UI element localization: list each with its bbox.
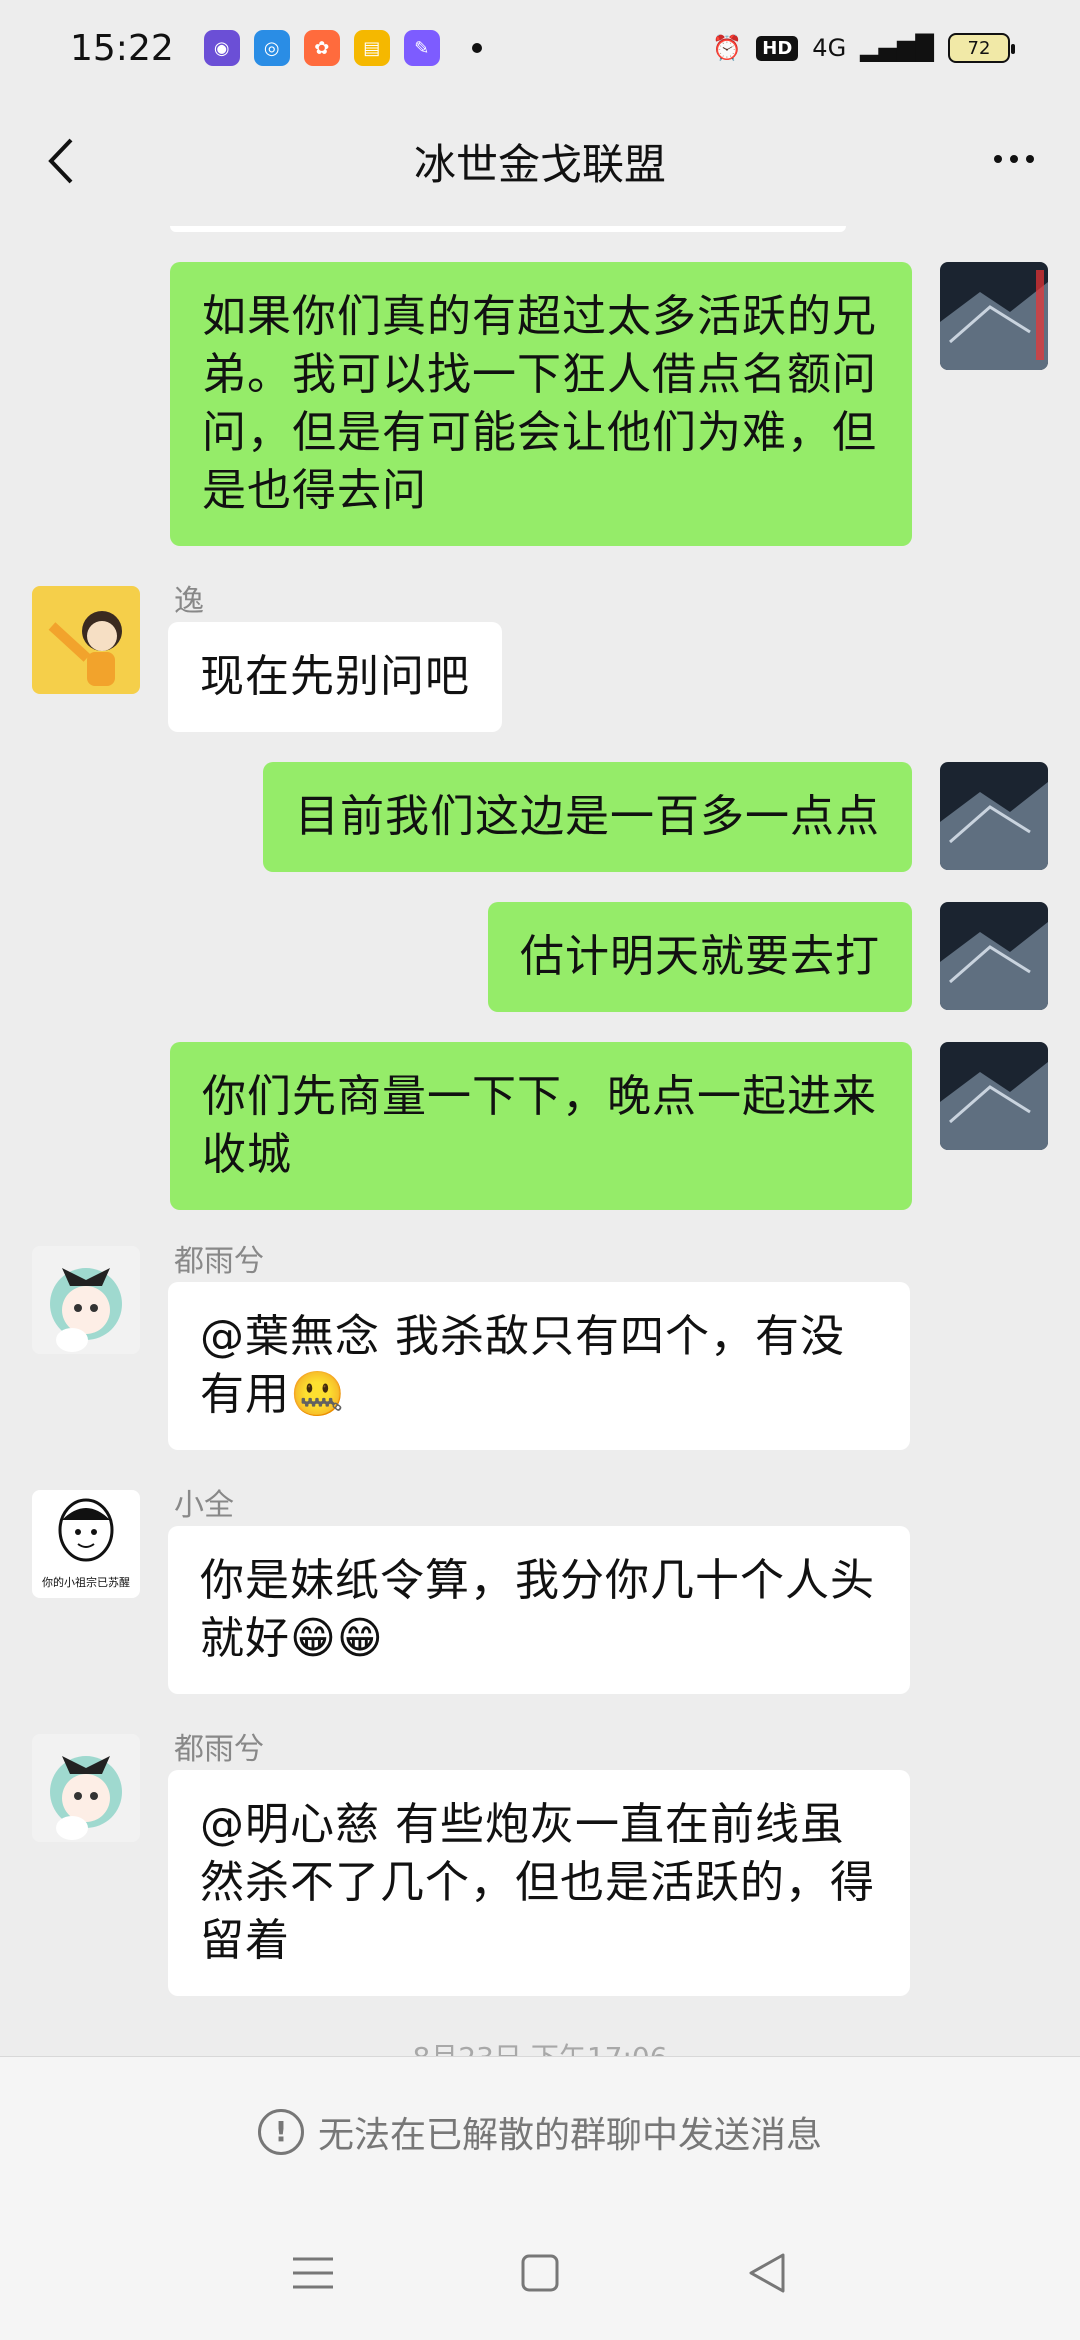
app-notification-icon: ✿ <box>303 30 340 66</box>
message-bubble[interactable]: @葉無念 我杀敌只有四个，有没有用🤐 <box>168 1282 910 1450</box>
back-button[interactable] <box>30 126 90 196</box>
message-row: 逸 现在先别问吧 <box>0 576 1080 732</box>
message-row: 如果你们真的有超过太多活跃的兄弟。我可以找一下狂人借点名额问问，但是有可能会让他… <box>0 262 1080 546</box>
avatar[interactable] <box>940 762 1048 870</box>
avatar[interactable]: 你的小祖宗已苏醒 <box>32 1490 140 1598</box>
sender-name: 都雨兮 <box>174 1244 264 1279</box>
message-row: 都雨兮 @明心慈 有些炮灰一直在前线虽然杀不了几个，但也是活跃的，得留着 <box>0 1724 1080 2014</box>
message-bubble[interactable]: 你是妹纸令算，我分你几十个人头就好😁😁 <box>168 1526 910 1694</box>
notice-text: 无法在已解散的群聊中发送消息 <box>317 2114 822 2156</box>
message-row: 你的小祖宗已苏醒 小全 你是妹纸令算，我分你几十个人头就好😁😁 <box>0 1480 1080 1700</box>
home-nav-button[interactable] <box>505 2238 575 2308</box>
system-nav-bar <box>0 2206 1080 2340</box>
alarm-icon: ⏰ <box>712 34 743 62</box>
app-notification-icon: ✎ <box>403 30 440 66</box>
menu-icon <box>293 2257 334 2289</box>
sender-name: 都雨兮 <box>174 1732 264 1767</box>
network-label: 4G <box>812 34 847 62</box>
time-divider: 8月23日 下午17:06 <box>0 2036 1080 2056</box>
self-avatar-icon <box>940 762 1048 870</box>
more-dot <box>1026 155 1034 163</box>
more-dot <box>1010 155 1018 163</box>
self-avatar-icon <box>940 262 1048 370</box>
cartoon-face-avatar-icon <box>58 1498 114 1562</box>
signal-icon: ▂▄▆█ <box>860 34 934 62</box>
app-root: 15:22 ◉ ◎ ✿ ▤ ✎ ⏰ HD 4G ▂▄▆█ 72 冰世金戈联盟 如… <box>0 0 1080 2340</box>
exclamation-icon: ! <box>257 2108 304 2155</box>
avatar[interactable] <box>32 1246 140 1354</box>
more-options-button[interactable] <box>984 134 1044 184</box>
status-right: ⏰ HD 4G ▂▄▆█ 72 <box>712 33 1015 63</box>
message-row: 目前我们这边是一百多一点点 <box>0 762 1080 872</box>
avatar-caption: 你的小祖宗已苏醒 <box>42 1576 130 1589</box>
avatar[interactable] <box>940 1042 1048 1150</box>
title-bar: 冰世金戈联盟 <box>0 96 1080 226</box>
sender-name: 逸 <box>174 584 204 619</box>
square-home-icon <box>521 2254 559 2292</box>
page-title: 冰世金戈联盟 <box>413 139 666 189</box>
message-bubble[interactable]: 估计明天就要去打 <box>488 902 912 1012</box>
menu-nav-button[interactable] <box>278 2238 348 2308</box>
more-dot <box>994 155 1002 163</box>
avatar[interactable] <box>940 262 1048 370</box>
avatar[interactable] <box>32 586 140 694</box>
message-bubble[interactable]: 你们先商量一下下，晚点一起进来收城 <box>170 1042 912 1210</box>
anime-girl-avatar-icon <box>32 1246 140 1354</box>
chat-list[interactable]: 如果你们真的有超过太多活跃的兄弟。我可以找一下狂人借点名额问问，但是有可能会让他… <box>0 226 1080 2056</box>
previous-bubble-edge <box>170 226 846 232</box>
status-time: 15:22 <box>70 27 174 69</box>
avatar[interactable] <box>940 902 1048 1010</box>
self-avatar-icon <box>940 902 1048 1010</box>
cartoon-boy-avatar-icon <box>32 586 140 694</box>
status-bar: 15:22 ◉ ◎ ✿ ▤ ✎ ⏰ HD 4G ▂▄▆█ 72 <box>0 0 1080 96</box>
battery-icon: 72 <box>948 33 1015 63</box>
sender-name: 小全 <box>174 1488 234 1523</box>
back-nav-button[interactable] <box>732 2238 802 2308</box>
message-bubble[interactable]: @明心慈 有些炮灰一直在前线虽然杀不了几个，但也是活跃的，得留着 <box>168 1770 910 1996</box>
app-notification-icon: ◎ <box>253 30 290 66</box>
message-bubble[interactable]: 如果你们真的有超过太多活跃的兄弟。我可以找一下狂人借点名额问问，但是有可能会让他… <box>170 262 912 546</box>
message-bubble[interactable]: 目前我们这边是一百多一点点 <box>263 762 912 872</box>
app-notification-icon: ▤ <box>353 30 390 66</box>
triangle-back-icon <box>749 2253 785 2293</box>
chevron-left-icon <box>48 138 73 184</box>
message-row: 估计明天就要去打 <box>0 902 1080 1012</box>
avatar[interactable] <box>32 1734 140 1842</box>
more-notifications-dot <box>471 43 482 53</box>
anime-girl-avatar-icon <box>32 1734 140 1842</box>
message-bubble[interactable]: 现在先别问吧 <box>168 622 502 732</box>
disbanded-notice-bar: ! 无法在已解散的群聊中发送消息 <box>0 2056 1080 2206</box>
self-avatar-icon <box>940 1042 1048 1150</box>
app-notification-icon: ◉ <box>203 30 240 66</box>
message-row: 都雨兮 @葉無念 我杀敌只有四个，有没有用🤐 <box>0 1236 1080 1456</box>
hd-badge: HD <box>756 35 799 61</box>
message-row: 你们先商量一下下，晚点一起进来收城 <box>0 1042 1080 1212</box>
notification-icons: ◉ ◎ ✿ ▤ ✎ <box>203 30 482 66</box>
